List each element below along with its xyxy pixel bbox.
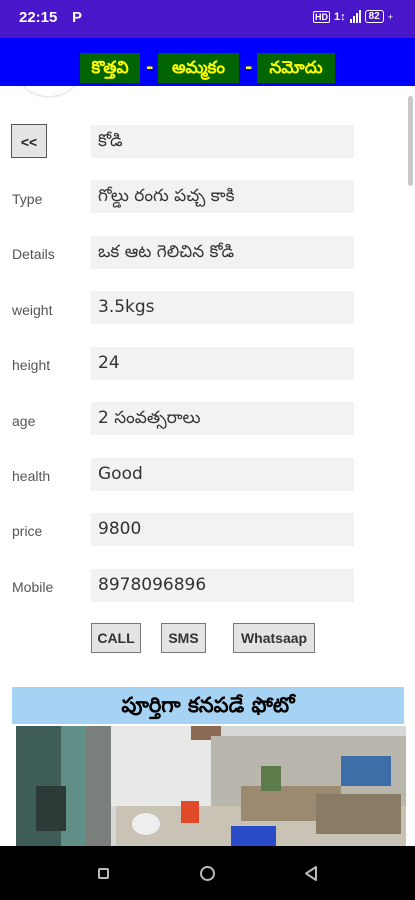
title-word-new: కొత్తవి [80, 53, 140, 83]
type-field[interactable]: గోల్డు రంగు పచ్చ కాకి [91, 180, 354, 213]
price-field[interactable]: 9800 [91, 513, 354, 546]
health-label: health [12, 468, 51, 484]
mobile-label: Mobile [12, 579, 54, 595]
parking-icon: P [72, 9, 83, 26]
health-field[interactable]: Good [91, 458, 354, 491]
photo-title: పూర్తిగా కనపడే ఫోటో [12, 687, 404, 724]
mobile-field[interactable]: 8978096896 [91, 569, 354, 602]
hd-icon: HD [312, 10, 330, 23]
rooster-photo[interactable] [16, 726, 406, 846]
photo-image [16, 726, 406, 846]
title-separator: - [146, 57, 154, 78]
battery-icon: 82 [364, 10, 384, 23]
title-separator: - [245, 57, 253, 78]
charging-icon: + [387, 11, 393, 22]
avatar [18, 86, 80, 96]
title-word-sale: అమ్మకం [158, 53, 239, 83]
details-label: Details [12, 246, 55, 262]
weight-label: weight [12, 302, 53, 318]
title-bar: కొత్తవి - అమ్మకం - నమోదు [0, 38, 415, 86]
details-field[interactable]: ఒక ఆట గెలిచిన కోడి [91, 236, 354, 269]
whatsapp-button[interactable]: Whatsaap [233, 623, 315, 653]
type-label: Type [12, 191, 43, 207]
call-button[interactable]: CALL [91, 623, 141, 653]
status-bar: 22:15 P HD 1↕ 82 + [0, 0, 415, 38]
recents-square-icon[interactable] [98, 868, 109, 879]
form-content: << కోడి Type గోల్డు రంగు పచ్చ కాకి Detai… [0, 86, 415, 846]
status-icons: HD 1↕ 82 + [312, 10, 393, 23]
signal-icon [349, 10, 361, 23]
back-button[interactable]: << [11, 124, 47, 158]
height-field[interactable]: 24 [91, 347, 354, 380]
height-label: height [12, 357, 51, 373]
sms-button[interactable]: SMS [161, 623, 206, 653]
name-field[interactable]: కోడి [91, 125, 354, 158]
home-circle-icon[interactable] [200, 866, 215, 881]
price-label: price [12, 523, 43, 539]
navigation-bar [0, 846, 415, 900]
network-icon: 1↕ [333, 10, 346, 23]
weight-field[interactable]: 3.5kgs [91, 291, 354, 324]
back-triangle-icon[interactable] [303, 865, 319, 882]
title-word-register: నమోదు [257, 53, 335, 83]
age-label: age [12, 413, 36, 429]
age-field[interactable]: 2 సంవత్సరాలు [91, 402, 354, 435]
status-time: 22:15 [19, 9, 58, 26]
scrollbar[interactable] [408, 96, 413, 186]
